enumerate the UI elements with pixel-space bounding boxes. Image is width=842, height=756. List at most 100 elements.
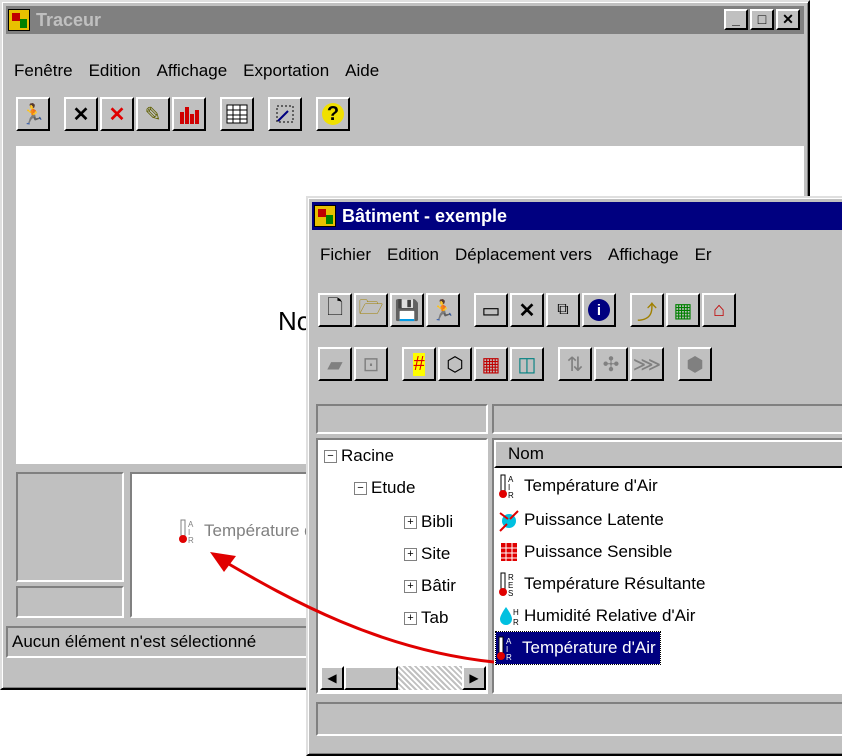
scroll-thumb[interactable] [344, 666, 398, 690]
list-item[interactable]: Puissance Latente [498, 504, 664, 536]
table-button[interactable] [220, 97, 254, 131]
scroll-track[interactable] [398, 666, 462, 690]
building-button[interactable]: ▦ [666, 293, 700, 327]
info-button[interactable]: i [582, 293, 616, 327]
list-item[interactable]: Puissance Sensible [498, 536, 672, 568]
menu-deplacement[interactable]: Déplacement vers [447, 245, 600, 265]
exit-b-icon: 🏃 [430, 299, 456, 322]
cube-icon: ⬡ [446, 353, 464, 376]
menu-partial[interactable]: Er [687, 245, 720, 265]
table-icon [226, 104, 248, 124]
move3-icon: ⋙ [632, 353, 662, 376]
list-item-label: Température Résultante [524, 574, 706, 593]
menu-affichage-b[interactable]: Affichage [600, 245, 687, 265]
collapse-icon[interactable]: − [354, 482, 367, 496]
tree-node-tab[interactable]: + Tab [404, 608, 448, 628]
list-item[interactable]: AIR Température d'Air [498, 470, 658, 502]
minimize-button[interactable]: _ [724, 9, 748, 30]
list-item[interactable]: HR Humidité Relative d'Air [498, 600, 695, 632]
list-item-label: Humidité Relative d'Air [524, 606, 696, 625]
list-item-label: Température d'Air [524, 476, 658, 495]
move-button[interactable]: ⇅ [558, 347, 592, 381]
list-item-label: Température d'Air [522, 638, 656, 657]
node-button[interactable]: ⬢ [678, 347, 712, 381]
move3-button[interactable]: ⋙ [630, 347, 664, 381]
menu-edition[interactable]: Edition [81, 61, 149, 81]
traceur-titlebar[interactable]: Traceur _ □ ✕ [6, 6, 804, 34]
resultant-temperature-icon: RES [499, 572, 514, 597]
sensible-power-icon [501, 543, 517, 561]
copy-icon: ⧉ [557, 301, 569, 318]
traceur-menubar: Fenêtre Edition Affichage Exportation Ai… [6, 58, 804, 84]
expand-icon[interactable]: + [404, 516, 417, 530]
tree-node-batiment[interactable]: + Bâtir [404, 576, 456, 596]
door-button[interactable]: ◫ [510, 347, 544, 381]
air-temperature-icon: AIR [497, 636, 512, 661]
batiment-titlebar[interactable]: Bâtiment - exemple [312, 202, 842, 230]
tree-label-bibli: Bibli [421, 512, 454, 531]
exit-b-button[interactable]: 🏃 [426, 293, 460, 327]
expand-icon[interactable]: + [404, 580, 417, 594]
scroll-right-button[interactable]: ▶ [462, 666, 486, 690]
new-icon: 🗋 [326, 297, 344, 319]
batiment-statusbar [316, 702, 842, 736]
scroll-left-button[interactable]: ◀ [320, 666, 344, 690]
floor-button[interactable]: ⊡ [354, 347, 388, 381]
list-view[interactable]: Nom AIR Température d'Air Puissance Late… [492, 438, 842, 694]
expand-icon[interactable]: + [404, 548, 417, 562]
legend-panel-bottom [16, 586, 124, 618]
cube-button[interactable]: ⬡ [438, 347, 472, 381]
delete-button[interactable]: ✕ [64, 97, 98, 131]
column-header-nom[interactable]: Nom [494, 440, 842, 468]
tree-label-etude: Etude [371, 478, 416, 497]
bar-chart-button[interactable] [172, 97, 206, 131]
menu-aide[interactable]: Aide [337, 61, 387, 81]
maximize-button[interactable]: □ [750, 9, 774, 30]
grid-button[interactable]: # [402, 347, 436, 381]
delete-b-button[interactable]: ✕ [510, 293, 544, 327]
list-item[interactable]: RES Température Résultante [498, 568, 705, 600]
collapse-icon[interactable]: − [324, 450, 337, 464]
new-object-icon: ▭ [481, 299, 501, 322]
expand-icon[interactable]: + [404, 612, 417, 626]
open-button[interactable]: 🗁 [354, 293, 388, 327]
copy-button[interactable]: ⧉ [546, 293, 580, 327]
tree-label-tab: Tab [421, 608, 449, 627]
menu-exportation[interactable]: Exportation [235, 61, 337, 81]
tree-view[interactable]: − Racine − Etude + Bibli + Site + Bâtir + Tab … [316, 438, 488, 694]
save-button[interactable]: 💾 [390, 293, 424, 327]
delete-icon: ✕ [72, 103, 90, 126]
latent-power-icon [499, 510, 519, 532]
tree-node-site[interactable]: + Site [404, 544, 450, 564]
list-item-label: Puissance Latente [524, 510, 664, 529]
delete-red-button[interactable]: ✕ [100, 97, 134, 131]
list-item-selected[interactable]: AIR Température d'Air [495, 631, 661, 665]
move2-button[interactable]: ✣ [594, 347, 628, 381]
tree-label-site: Site [421, 544, 451, 563]
menu-edition-b[interactable]: Edition [379, 245, 447, 265]
zoom-button[interactable] [268, 97, 302, 131]
new-object-button[interactable]: ▭ [474, 293, 508, 327]
new-button[interactable]: 🗋 [318, 293, 352, 327]
bar-chart-icon [180, 107, 199, 124]
tree-node-bibli[interactable]: + Bibli [404, 512, 453, 532]
menu-fenetre[interactable]: Fenêtre [6, 61, 81, 81]
help-button[interactable]: ? [316, 97, 350, 131]
door-icon: ◫ [517, 353, 537, 376]
move-icon: ⇅ [566, 353, 584, 376]
up-folder-button[interactable]: ⤴ [630, 293, 664, 327]
brick-button[interactable]: ▦ [474, 347, 508, 381]
menu-affichage[interactable]: Affichage [149, 61, 236, 81]
edit-button[interactable]: ✎ [136, 97, 170, 131]
status-text: Aucun élément n'est sélectionné [12, 632, 257, 651]
list-item-label: Puissance Sensible [524, 542, 673, 561]
house-button[interactable]: ⌂ [702, 293, 736, 327]
tree-node-etude[interactable]: − Etude [354, 478, 415, 498]
delete-red-icon: ✕ [108, 103, 126, 126]
wall-button[interactable]: ▰ [318, 347, 352, 381]
close-button[interactable]: ✕ [776, 9, 800, 30]
svg-text:S: S [508, 589, 513, 597]
menu-fichier[interactable]: Fichier [312, 245, 379, 265]
exit-button[interactable]: 🏃 [16, 97, 50, 131]
tree-node-racine[interactable]: − Racine [324, 446, 394, 466]
